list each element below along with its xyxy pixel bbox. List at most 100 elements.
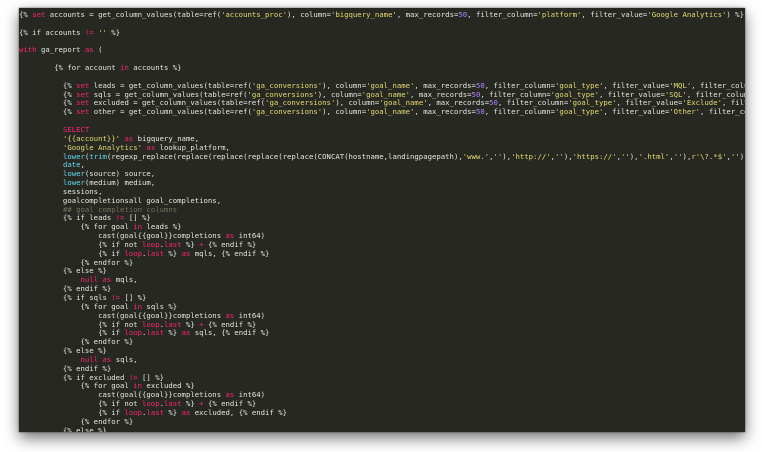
code-line: {% set accounts = get_column_values(tabl… (19, 11, 745, 20)
code-line: sessions, (19, 188, 745, 197)
code-line: {% for account in accounts %} (19, 64, 745, 73)
code-editor-window: {% set accounts = get_column_values(tabl… (19, 8, 745, 432)
code-token: 50 (458, 11, 468, 19)
code-token: ), column= (322, 108, 367, 117)
code-line: {% else %} (19, 347, 745, 356)
code-token: 'Other' (669, 108, 701, 117)
code-token: '{{account}}' (62, 134, 121, 143)
code-token: {% endif %} (203, 320, 257, 329)
code-token: ), (739, 152, 745, 161)
code-line: {% set excluded = get_column_values(tabl… (19, 99, 745, 108)
code-token: {% if not (19, 240, 143, 249)
code-token: %} (181, 400, 200, 409)
code-token: ), column= (287, 11, 331, 19)
code-token: with (19, 46, 37, 55)
code-token: 'ga_conversions' (265, 99, 336, 108)
code-token: %} (181, 240, 200, 249)
code-token: r'\?.*$' (691, 152, 727, 161)
code-token: {% for goal (19, 382, 134, 391)
code-token: {% else %} (19, 426, 107, 432)
code-line: {% if sqls != [] %} (19, 294, 745, 303)
code-token: accounts %} (128, 64, 182, 73)
code-token: 'Google Analytics' (647, 11, 727, 19)
code-token: goalcompletionsall goal_completions, (19, 196, 222, 205)
code-line: goalcompletionsall goal_completions, (19, 197, 745, 206)
code-token: set (76, 81, 90, 90)
code-line: {% endfor %} (19, 418, 745, 427)
code-line: {% endfor %} (19, 338, 745, 347)
code-token: 'http://' (511, 152, 551, 161)
code-token: 'goal_type' (555, 81, 604, 90)
code-token: int64) (234, 232, 266, 241)
code-token: sqls = get_column_values(table=ref( (89, 90, 248, 99)
code-token: excluded, {% endif %} (190, 408, 288, 417)
code-token: != (111, 294, 121, 302)
code-token: int64) (234, 311, 266, 320)
code-token: set (76, 99, 90, 108)
code-token: 'ga_conversions' (247, 90, 318, 99)
code-token: {% if (19, 408, 125, 417)
code-token: {% if not (19, 320, 143, 329)
code-token: in (133, 223, 143, 232)
code-line: {% set sqls = get_column_values(table=re… (19, 91, 745, 100)
code-token: accounts = get_column_values(table=ref( (45, 11, 222, 19)
code-token: '' (98, 28, 107, 37)
code-line: {% if loop.last %} as mqls, {% endif %} (19, 250, 745, 259)
code-token: as (225, 311, 235, 320)
code-token: {% if (19, 329, 125, 338)
code-line: {% for goal in sqls %} (19, 303, 745, 312)
code-area[interactable]: {% set accounts = get_column_values(tabl… (19, 11, 745, 432)
code-token: lower (62, 179, 85, 188)
code-token: 'SQL' (664, 90, 687, 99)
code-token: '' (673, 152, 683, 161)
code-token: '' (555, 152, 564, 161)
code-token: last (146, 329, 164, 338)
code-token: set (76, 108, 90, 117)
code-token: {% (19, 11, 33, 19)
code-token: {% endfor %} (19, 338, 134, 347)
code-token: ), (563, 152, 573, 161)
code-line: lower(trim(regexp_replace(replace(replac… (19, 153, 745, 162)
code-token: lower (62, 170, 85, 179)
code-token: {% (19, 90, 77, 99)
code-token: last (164, 400, 182, 409)
code-token: excluded = get_column_values(table=ref( (89, 99, 266, 108)
code-line: cast(goal{{goal}}completions as int64) (19, 312, 745, 321)
code-token: ), (629, 152, 639, 161)
code-line: 'Google Analytics' as lookup_platform, (19, 144, 745, 153)
code-token: excluded %} (142, 382, 195, 391)
code-token: (source) source, (84, 170, 156, 179)
code-token: {% (19, 81, 77, 90)
code-token: 'goal_name' (361, 90, 411, 99)
code-token: 50 (475, 81, 485, 90)
code-token: as (102, 276, 112, 285)
code-token: {% endfor %} (19, 258, 134, 267)
code-token: 'ga_conversions' (251, 81, 323, 90)
code-token: 'platform' (537, 11, 582, 19)
code-token: ( (93, 46, 103, 55)
code-token: SELECT (62, 125, 90, 134)
code-token: , filter_column= (467, 11, 538, 19)
code-token: as (225, 391, 235, 400)
code-line: date, (19, 161, 745, 170)
code-token: sqls %} (142, 302, 178, 311)
code-token: {% for goal (19, 302, 134, 311)
code-token: 'goal_name' (366, 108, 415, 117)
code-token: {% endif %} (19, 364, 112, 373)
code-token: last (146, 249, 164, 258)
code-token: ), column= (322, 81, 367, 90)
code-line: lower(medium) medium, (19, 179, 745, 188)
code-token: 'https://' (572, 152, 617, 161)
code-token: '' (730, 152, 740, 161)
code-line: SELECT (19, 126, 745, 135)
code-token: 'www.' (462, 152, 490, 161)
code-token: loop (124, 249, 143, 258)
code-token: , filter_column= (480, 90, 551, 99)
code-token: , filter_value= (581, 11, 648, 19)
code-token: in (133, 302, 143, 311)
code-token: (medium) medium, (84, 179, 156, 188)
code-token: other = get_column_values(table=ref( (89, 108, 252, 117)
code-line: null as mqls, (19, 276, 745, 285)
